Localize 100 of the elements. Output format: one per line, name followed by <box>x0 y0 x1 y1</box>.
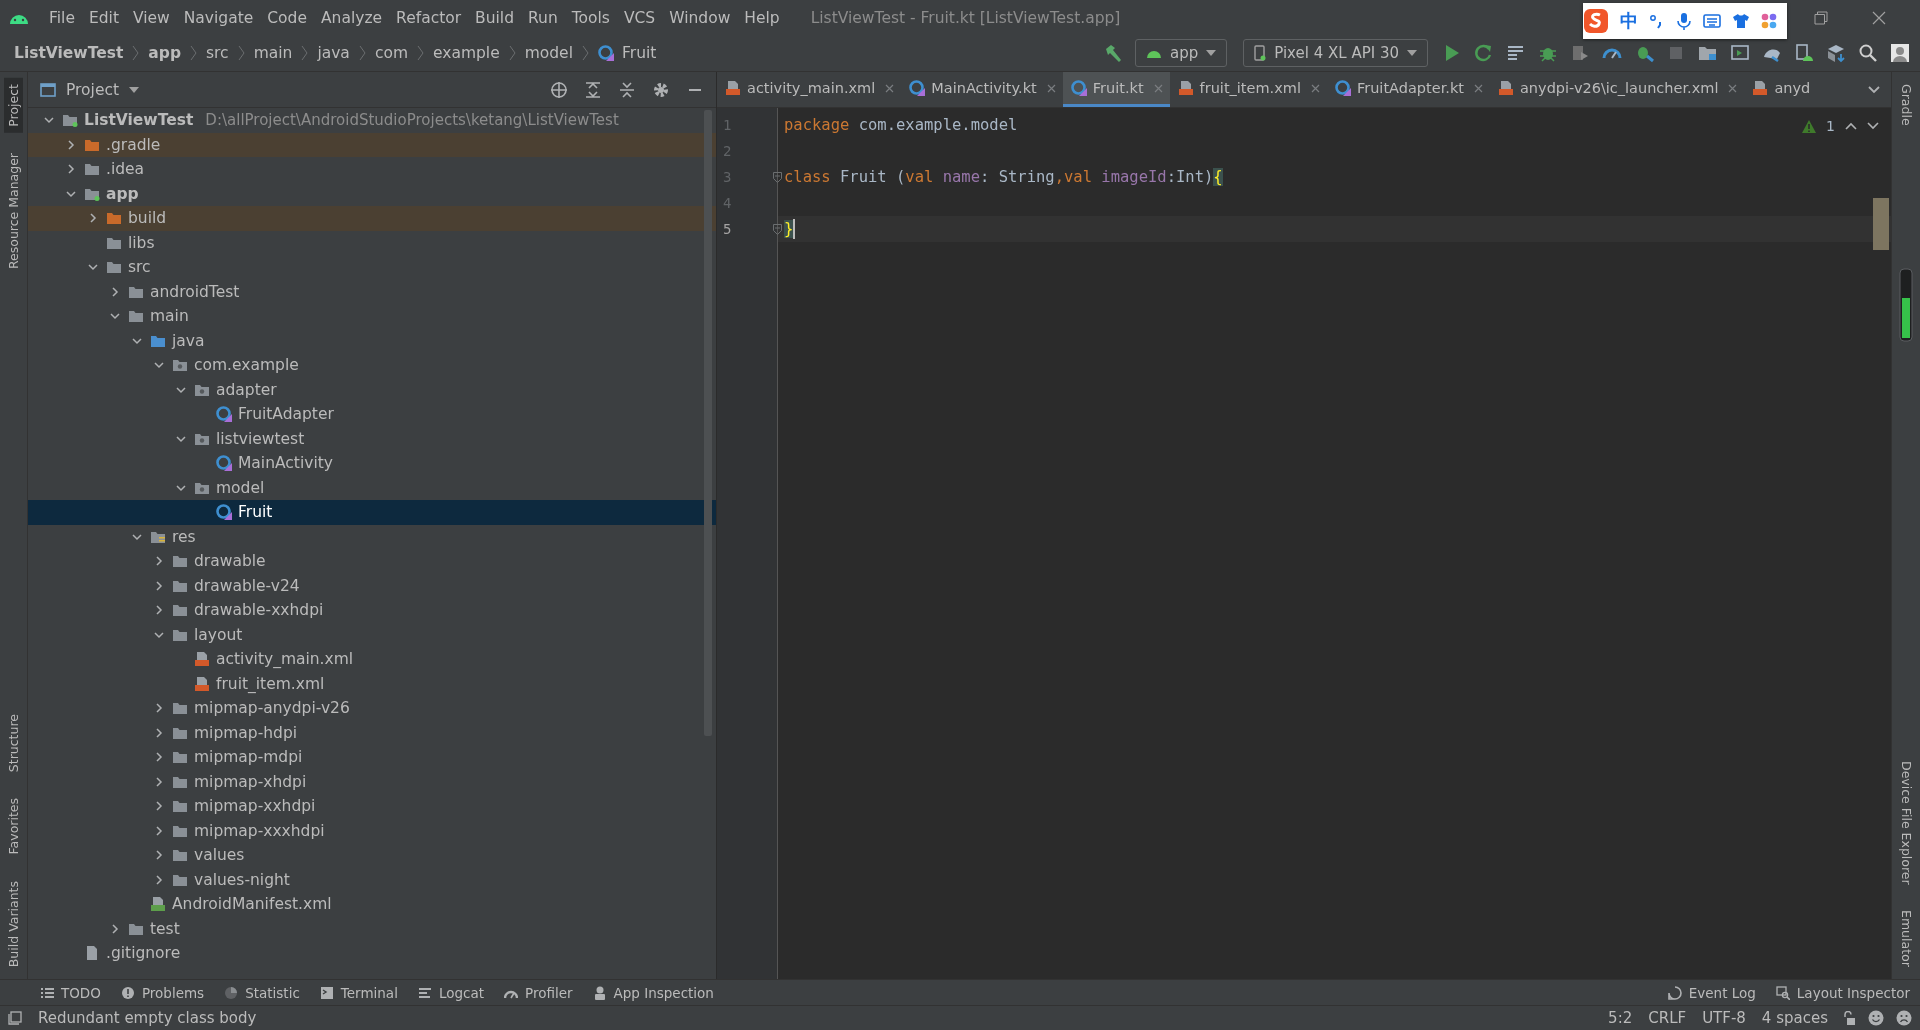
tree-item[interactable]: androidTest <box>28 279 716 304</box>
tool-window-tab[interactable]: Event Log <box>1667 984 1756 1001</box>
tool-window-tab[interactable]: Project <box>4 78 23 133</box>
editor-tab[interactable]: activity_main.xml <box>717 72 902 107</box>
collapse-all-icon[interactable] <box>618 80 636 99</box>
tree-item[interactable]: drawable-v24 <box>28 573 716 598</box>
tree-item[interactable]: model <box>28 475 716 500</box>
tool-window-tab[interactable]: Structure <box>4 708 23 779</box>
tree-item[interactable]: main <box>28 304 716 329</box>
tree-item[interactable]: build <box>28 206 716 231</box>
tool-window-tab[interactable]: Profiler <box>504 984 573 1001</box>
tool-window-tab[interactable]: Build Variants <box>4 874 23 973</box>
tree-item[interactable]: mipmap-anydpi-v26 <box>28 696 716 721</box>
editor-tab[interactable]: FruitAdapter.kt <box>1326 72 1490 107</box>
microphone-icon[interactable] <box>1676 12 1692 30</box>
menu-item[interactable]: File <box>42 8 82 27</box>
tree-item[interactable]: listviewtest <box>28 426 716 451</box>
menu-item[interactable]: Help <box>737 8 787 27</box>
tool-window-tab[interactable]: Statistic <box>224 984 300 1001</box>
tool-window-tab[interactable]: Layout Inspector <box>1775 984 1910 1001</box>
tree-item[interactable]: .idea <box>28 157 716 182</box>
tool-window-tab[interactable]: Emulator <box>1896 904 1916 973</box>
run-configuration-dropdown[interactable]: app <box>1135 39 1228 67</box>
tool-window-tab[interactable]: Favorites <box>4 792 23 861</box>
keyboard-icon[interactable] <box>1703 14 1721 28</box>
tool-window-tab[interactable]: Gradle <box>1896 78 1916 132</box>
breadcrumb[interactable]: com <box>374 44 408 62</box>
warning-marker[interactable] <box>1873 198 1889 250</box>
tree-item[interactable]: adapter <box>28 377 716 402</box>
rerun-icon[interactable] <box>1474 43 1494 63</box>
breadcrumb[interactable]: example <box>433 44 500 62</box>
tree-item[interactable]: mipmap-xxhdpi <box>28 794 716 819</box>
tool-window-tab[interactable]: Terminal <box>319 984 398 1001</box>
tree-item[interactable]: libs <box>28 230 716 255</box>
avatar-icon[interactable] <box>1890 43 1910 63</box>
tree-item[interactable]: com.example <box>28 353 716 378</box>
fold-marker-icon[interactable] <box>773 223 782 235</box>
breadcrumb[interactable]: app <box>148 44 181 62</box>
locate-icon[interactable] <box>550 80 568 99</box>
tree-item[interactable]: drawable <box>28 549 716 574</box>
scrollbar[interactable] <box>704 110 712 736</box>
status-item[interactable]: CRLF <box>1648 1009 1687 1027</box>
menu-item[interactable]: Build <box>468 8 521 27</box>
tree-item[interactable]: AndroidManifest.xml <box>28 892 716 917</box>
tool-window-tab[interactable]: Device File Explorer <box>1896 754 1916 891</box>
menu-item[interactable]: Tools <box>564 8 617 27</box>
tree-item[interactable]: test <box>28 916 716 941</box>
search-icon[interactable] <box>1858 43 1878 63</box>
tree-item[interactable]: FruitAdapter <box>28 402 716 427</box>
menu-item[interactable]: Window <box>662 8 738 27</box>
tree-item[interactable]: MainActivity <box>28 451 716 476</box>
tree-item[interactable]: drawable-xxhdpi <box>28 598 716 623</box>
tree-item[interactable]: Fruit <box>28 500 716 525</box>
tree-item[interactable]: activity_main.xml <box>28 647 716 672</box>
status-item[interactable]: 4 spaces <box>1761 1009 1828 1027</box>
tree-item[interactable]: app <box>28 181 716 206</box>
tool-window-tab[interactable]: TODO <box>40 984 101 1001</box>
breadcrumb[interactable]: Fruit <box>621 44 657 62</box>
tree-item[interactable]: mipmap-hdpi <box>28 720 716 745</box>
close-icon[interactable] <box>1473 83 1483 93</box>
tree-item[interactable]: values-night <box>28 867 716 892</box>
editor-tab[interactable]: fruit_item.xml <box>1169 72 1327 107</box>
tree-item[interactable]: layout <box>28 622 716 647</box>
close-icon[interactable] <box>1310 83 1320 93</box>
tool-window-tab[interactable]: Logcat <box>417 984 484 1001</box>
tab-list-icon[interactable] <box>1867 84 1881 95</box>
device-dropdown[interactable]: Pixel 4 XL API 30 <box>1243 39 1428 67</box>
tree-item[interactable]: src <box>28 255 716 280</box>
status-item[interactable]: UTF-8 <box>1702 1009 1746 1027</box>
menu-item[interactable]: Code <box>260 8 314 27</box>
apps-icon[interactable] <box>1761 13 1777 29</box>
expand-all-icon[interactable] <box>584 80 602 99</box>
tree-item[interactable]: java <box>28 328 716 353</box>
tree-item[interactable]: mipmap-xxxhdpi <box>28 818 716 843</box>
menu-item[interactable]: Navigate <box>176 8 261 27</box>
menu-item[interactable]: Refactor <box>389 8 469 27</box>
editor-tab[interactable]: anyd <box>1744 72 1818 107</box>
menu-item[interactable]: View <box>125 8 177 27</box>
tree-item[interactable]: .gitignore <box>28 941 716 966</box>
tree-item[interactable]: mipmap-mdpi <box>28 745 716 770</box>
editor-tab[interactable]: Fruit.kt <box>1062 72 1170 107</box>
tree-item[interactable]: res <box>28 524 716 549</box>
tool-window-tab[interactable]: Resource Manager <box>4 146 23 275</box>
tree-item[interactable]: .gradle <box>28 132 716 157</box>
hammer-icon[interactable] <box>1103 43 1123 63</box>
project-view-dropdown[interactable]: Project <box>40 80 140 99</box>
close-icon[interactable] <box>1872 10 1886 25</box>
shirt-icon[interactable] <box>1732 13 1750 29</box>
editor-tab[interactable]: MainActivity.kt <box>901 72 1063 107</box>
breadcrumb[interactable]: java <box>317 44 350 62</box>
smile-icon[interactable] <box>1868 1010 1884 1026</box>
tree-item[interactable]: mipmap-xhdpi <box>28 769 716 794</box>
breadcrumb[interactable]: model <box>524 44 573 62</box>
frown-icon[interactable] <box>1896 1010 1912 1026</box>
menu-item[interactable]: VCS <box>616 8 663 27</box>
warning-count[interactable]: 1 <box>1826 118 1835 134</box>
editor-tab[interactable]: anydpi-v26\ic_launcher.xml <box>1489 72 1745 107</box>
tree-item[interactable]: ListViewTest D:\allProject\AndroidStudioProjects\ketang\ListViewTest <box>28 108 716 133</box>
status-item[interactable]: 5:2 <box>1608 1009 1633 1027</box>
close-icon[interactable] <box>885 83 895 93</box>
